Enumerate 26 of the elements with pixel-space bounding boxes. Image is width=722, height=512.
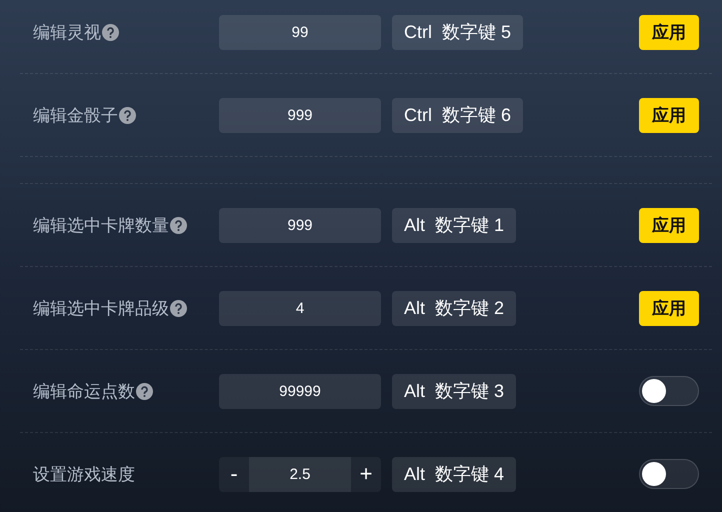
increment-button[interactable]: + — [351, 456, 381, 492]
help-icon[interactable] — [119, 106, 136, 124]
help-icon[interactable] — [170, 216, 187, 234]
apply-button[interactable]: 应用 — [639, 290, 699, 326]
setting-label: 设置游戏速度 — [33, 464, 135, 486]
apply-button[interactable]: 应用 — [639, 98, 699, 132]
hotkey-badge: Ctrl 数字键 6 — [392, 98, 524, 132]
setting-label: 编辑选中卡牌数量 — [33, 214, 169, 236]
hotkey-badge: Alt 数字键 1 — [392, 208, 516, 242]
setting-label: 编辑金骰子 — [33, 104, 118, 126]
toggle-switch[interactable] — [639, 376, 699, 406]
hotkey-badge: Alt 数字键 4 — [392, 456, 516, 492]
hotkey-badge: Alt 数字键 2 — [392, 290, 516, 326]
hotkey-badge: Ctrl 数字键 5 — [392, 14, 524, 50]
toggle-switch[interactable] — [639, 459, 699, 489]
decrement-button[interactable]: - — [219, 456, 249, 492]
help-icon[interactable] — [170, 300, 187, 316]
setting-label: 编辑命运点数 — [33, 380, 135, 402]
help-icon[interactable] — [136, 382, 153, 400]
apply-button[interactable]: 应用 — [639, 14, 699, 50]
setting-label: 编辑选中卡牌品级 — [33, 298, 169, 320]
apply-button[interactable]: 应用 — [639, 208, 699, 242]
hotkey-badge: Alt 数字键 3 — [392, 374, 516, 408]
setting-label: 编辑灵视 — [33, 22, 101, 44]
help-icon[interactable] — [102, 24, 119, 40]
number-stepper[interactable]: - 2.5 + — [219, 456, 381, 492]
